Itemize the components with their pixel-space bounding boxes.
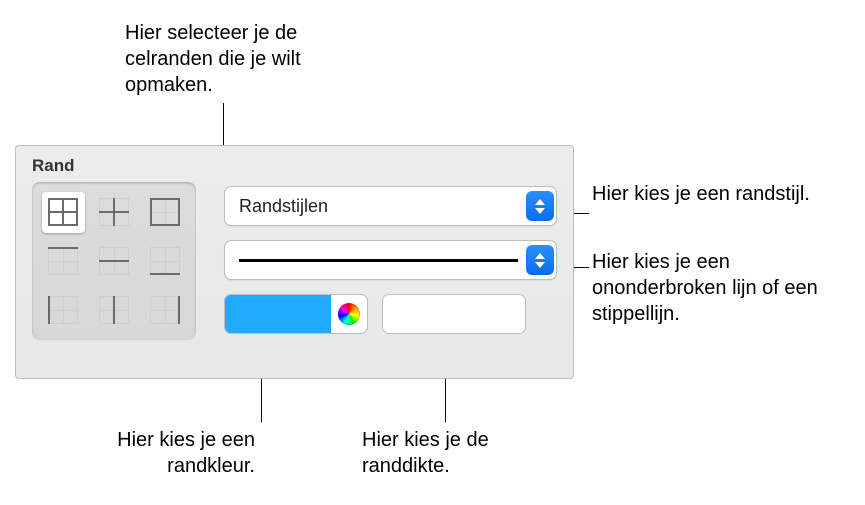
- callout-line: Hier kies je een ononderbroken lijn of e…: [592, 249, 852, 327]
- chevron-up-down-icon: [526, 245, 554, 275]
- border-preset-vertical[interactable]: [93, 289, 136, 330]
- border-styles-popup[interactable]: Randstijlen: [224, 186, 557, 226]
- border-preset-left[interactable]: [42, 289, 85, 330]
- callout-style: Hier kies je een randstijl.: [592, 181, 852, 207]
- line-preview: [239, 259, 518, 262]
- callout-color: Hier kies je een randkleur.: [85, 427, 255, 479]
- thickness-field[interactable]: [383, 295, 526, 333]
- color-swatch: [225, 295, 331, 333]
- border-preset-horizontal[interactable]: [93, 241, 136, 282]
- border-preset-right[interactable]: [143, 289, 186, 330]
- color-wheel-icon[interactable]: [331, 296, 367, 332]
- line-type-popup[interactable]: [224, 240, 557, 280]
- callout-thickness: Hier kies je de randdikte.: [362, 427, 542, 479]
- panel-title: Rand: [32, 156, 557, 176]
- border-selector: [32, 182, 196, 340]
- border-preset-inner[interactable]: [93, 192, 136, 233]
- callout-selector: Hier selecteer je de celranden die je wi…: [125, 20, 340, 98]
- border-color-button[interactable]: [224, 294, 368, 334]
- border-preset-outer[interactable]: [143, 192, 186, 233]
- border-styles-popup-label: Randstijlen: [239, 196, 526, 217]
- border-preset-all[interactable]: [42, 192, 85, 233]
- border-preset-top[interactable]: [42, 241, 85, 282]
- border-panel: Rand: [15, 145, 574, 379]
- thickness-stepper[interactable]: [382, 294, 526, 334]
- border-preset-bottom[interactable]: [143, 241, 186, 282]
- chevron-up-down-icon: [526, 191, 554, 221]
